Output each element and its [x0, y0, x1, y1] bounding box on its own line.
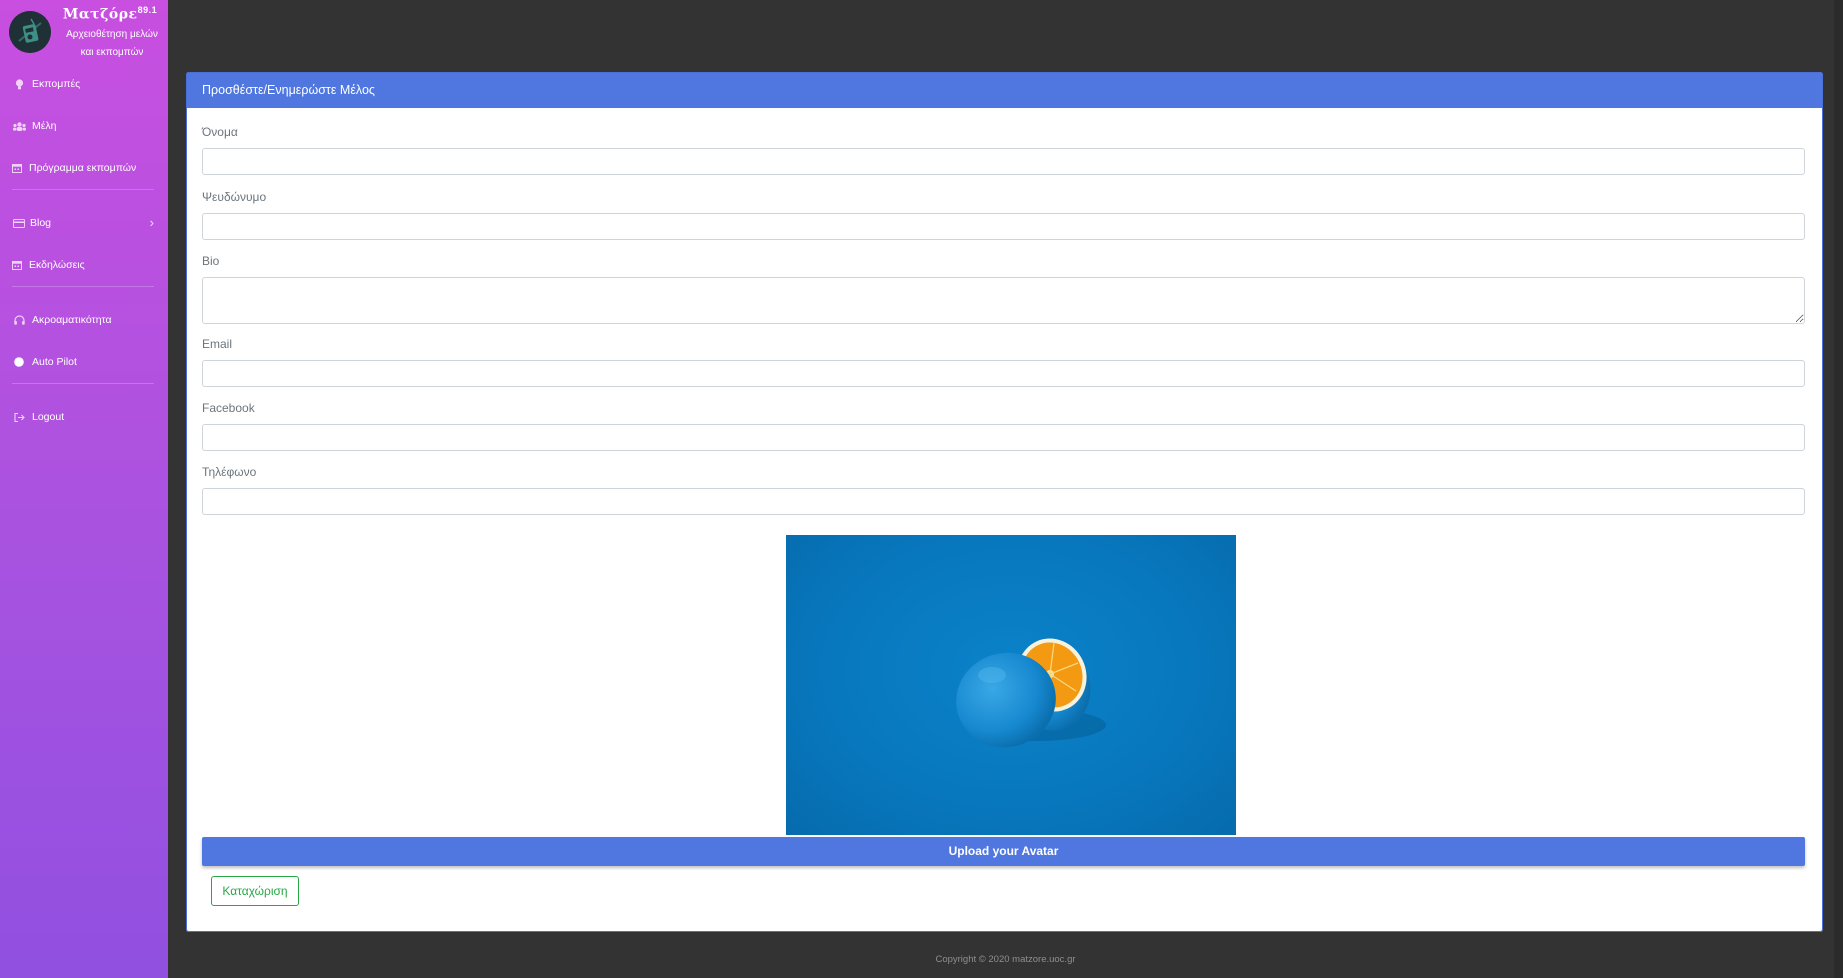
sidebar-item-label: Ακροαματικότητα: [32, 314, 112, 326]
page-scrollbar[interactable]: [1834, 0, 1843, 978]
radio-logo-icon: [9, 11, 51, 53]
sidebar-item-label: Blog: [30, 217, 52, 229]
footer-copyright: Copyright © 2020 matzore.uoc.gr: [935, 954, 1076, 965]
sidebar: Ματζόρε89.1 Αρχειοθέτηση μελών και εκπομ…: [0, 0, 168, 978]
card-header: Προσθέστε/Ενημερώστε Μέλος: [186, 72, 1823, 108]
sidebar-item-label: Εκπομπές: [32, 78, 81, 90]
orange-image: [956, 638, 1106, 748]
phone-label: Τηλέφωνο: [202, 465, 257, 479]
card-icon: [12, 216, 26, 230]
sidebar-divider: [12, 286, 154, 287]
facebook-field[interactable]: [202, 424, 1805, 451]
brand-logo[interactable]: [9, 11, 51, 53]
alias-field[interactable]: [202, 213, 1805, 240]
name-label: Όνομα: [202, 125, 238, 139]
sidebar-divider: [12, 383, 154, 384]
sidebar-item-label: Εκδηλώσεις: [29, 259, 85, 271]
lightbulb-icon: [12, 77, 26, 91]
calendar-icon: [10, 161, 24, 175]
circle-icon: [12, 355, 26, 369]
bio-field[interactable]: [202, 277, 1805, 324]
brand-subtitle: Αρχειοθέτηση μελών και εκπομπών: [66, 29, 158, 58]
sidebar-item-events[interactable]: Εκδηλώσεις: [0, 254, 168, 276]
name-field[interactable]: [202, 148, 1805, 175]
bio-label: Bio: [202, 254, 220, 268]
submit-button[interactable]: Καταχώριση: [211, 876, 299, 906]
sidebar-item-autopilot[interactable]: Auto Pilot: [0, 351, 168, 373]
sidebar-item-blog[interactable]: Blog ›: [0, 212, 168, 234]
sidebar-item-label: Auto Pilot: [32, 356, 77, 368]
brand: Ματζόρε89.1 Αρχειοθέτηση μελών και εκπομ…: [0, 0, 168, 62]
calendar-icon: [10, 258, 24, 272]
avatar-preview: [786, 535, 1236, 835]
sidebar-item-label: Μέλη: [32, 120, 57, 132]
brand-name: Ματζόρε89.1: [62, 5, 158, 23]
sidebar-item-logout[interactable]: Logout: [0, 406, 168, 428]
sidebar-item-label: Πρόγραμμα εκπομπών: [29, 162, 137, 174]
sidebar-item-members[interactable]: Μέλη: [0, 115, 168, 137]
sidebar-divider: [12, 189, 154, 190]
email-label: Email: [202, 337, 233, 351]
card-title: Προσθέστε/Ενημερώστε Μέλος: [202, 83, 375, 97]
member-form-card: Προσθέστε/Ενημερώστε Μέλος Όνομα Ψευδώνυ…: [186, 72, 1823, 932]
phone-field[interactable]: [202, 488, 1805, 515]
email-field[interactable]: [202, 360, 1805, 387]
alias-label: Ψευδώνυμο: [202, 190, 267, 204]
headphones-icon: [12, 313, 26, 327]
sign-out-icon: [12, 410, 26, 424]
chevron-right-icon: ›: [149, 215, 154, 230]
sidebar-item-schedule[interactable]: Πρόγραμμα εκπομπών: [0, 157, 168, 179]
sidebar-item-shows[interactable]: Εκπομπές: [0, 73, 168, 95]
facebook-label: Facebook: [202, 401, 255, 415]
sidebar-item-listenership[interactable]: Ακροαματικότητα: [0, 309, 168, 331]
sidebar-item-label: Logout: [32, 411, 65, 423]
upload-avatar-button[interactable]: Upload your Avatar: [202, 837, 1805, 866]
users-icon: [12, 119, 26, 133]
